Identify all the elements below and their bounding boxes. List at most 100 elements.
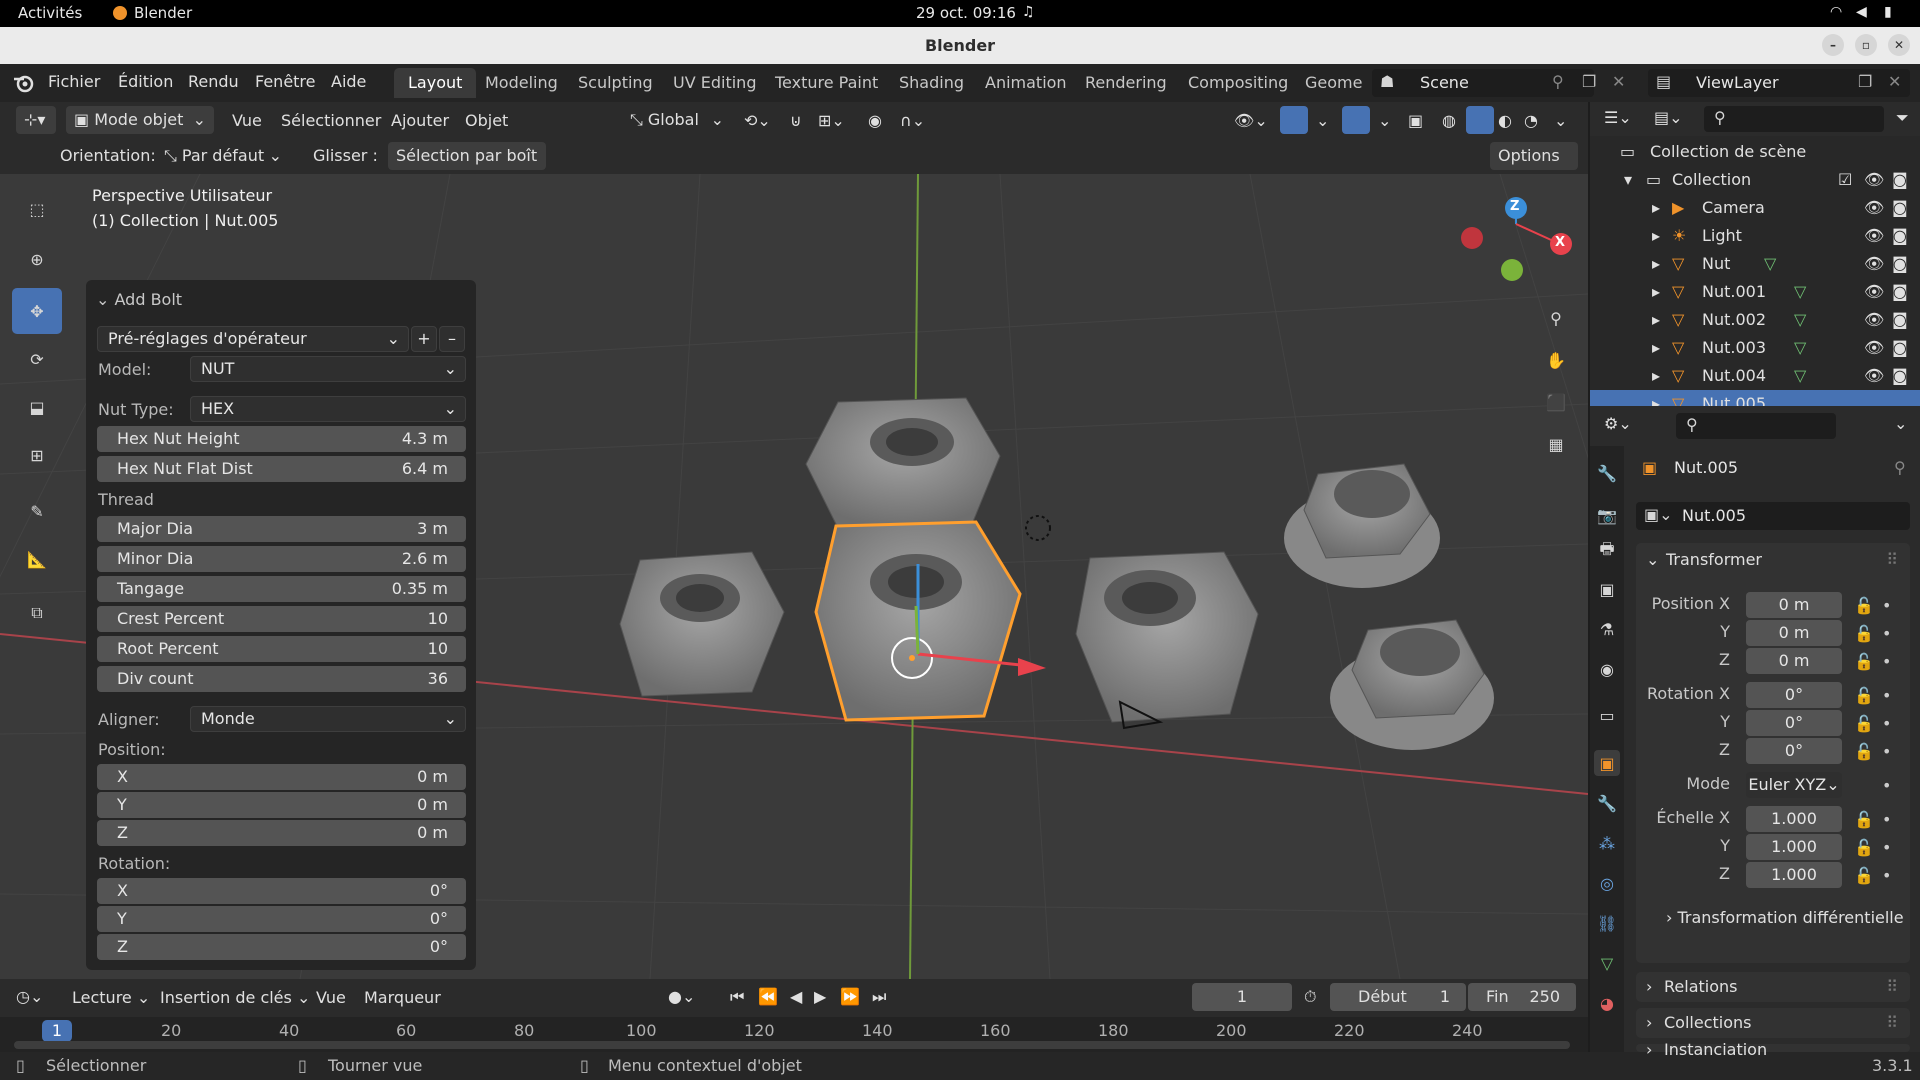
render-tab-icon[interactable]: 📷 — [1594, 502, 1620, 528]
lock-icon[interactable]: 🔓 — [1854, 596, 1874, 615]
nut-object[interactable] — [805, 397, 1001, 529]
expand-arrow-icon[interactable]: ▸ — [1652, 390, 1660, 406]
marker-menu[interactable]: Marqueur — [364, 988, 441, 1007]
rotation-y-field[interactable]: Y 0° — [97, 906, 466, 932]
filter-icon[interactable]: ⏷ — [1896, 108, 1909, 128]
properties-search-input[interactable]: ⚲ — [1676, 413, 1836, 439]
transform-section-title[interactable]: Transformer — [1666, 543, 1762, 577]
display-mode-icon[interactable]: ▤⌄ — [1654, 108, 1683, 127]
eye-icon[interactable]: 👁 — [1864, 306, 1884, 334]
render-camera-icon[interactable]: ◙ — [1892, 250, 1908, 278]
keyframe-dot-icon[interactable]: • — [1882, 742, 1891, 761]
hex-nut-height-field[interactable]: Hex Nut Height 4.3 m — [97, 426, 466, 452]
keyframe-dot-icon[interactable]: • — [1882, 686, 1891, 705]
orientation-dropdown[interactable]: ⤡ Par défaut ⌄ — [156, 142, 290, 170]
nut-001-object[interactable] — [619, 551, 785, 697]
gizmo-y-ball[interactable] — [1501, 259, 1523, 281]
eye-icon[interactable]: 👁 — [1864, 222, 1884, 250]
root-percent-field[interactable]: Root Percent 10 — [97, 636, 466, 662]
scale-z-field[interactable]: 1.000 — [1746, 862, 1842, 888]
view-layer-selector[interactable]: ▤ ViewLayer ❐ ✕ — [1648, 69, 1910, 97]
keyframe-dot-icon[interactable]: • — [1882, 624, 1891, 643]
overlay-dropdown-icon[interactable]: ⌄ — [1378, 111, 1391, 130]
rotation-mode-dropdown[interactable]: Euler XYZ⌄ — [1746, 772, 1842, 798]
panel-collapse-header[interactable]: ⌄ Add Bolt — [96, 290, 182, 309]
battery-icon[interactable]: ▮ — [1884, 4, 1892, 20]
mesh-data-icon[interactable]: ▽ — [1764, 250, 1776, 278]
pitch-field[interactable]: Tangage 0.35 m — [97, 576, 466, 602]
scene-selector[interactable]: ☗ Scene ⚲ — [1372, 69, 1594, 97]
pivot-point-icon[interactable]: ⟲⌄ — [744, 111, 771, 130]
major-dia-field[interactable]: Major Dia 3 m — [97, 516, 466, 542]
measure-tool[interactable]: 📐 — [12, 536, 62, 582]
playhead-frame[interactable]: 1 — [42, 1020, 72, 1042]
expand-arrow-icon[interactable]: ▸ — [1652, 278, 1660, 306]
editor-type-button[interactable]: ⊹▾ — [16, 106, 56, 134]
view-layer-tab-icon[interactable]: ▣ — [1594, 576, 1620, 602]
solid-shading-button[interactable] — [1466, 106, 1494, 134]
wireframe-shading-icon[interactable]: ◍ — [1442, 111, 1456, 130]
cursor-tool[interactable]: ⊕ — [12, 236, 62, 282]
render-camera-icon[interactable]: ◙ — [1892, 362, 1908, 390]
render-camera-icon[interactable]: ◙ — [1892, 306, 1908, 334]
expand-arrow-icon[interactable]: ▸ — [1652, 362, 1660, 390]
gizmo-dropdown-icon[interactable]: ⌄ — [1316, 111, 1329, 130]
play-reverse-icon[interactable]: ◀ — [790, 987, 802, 1006]
eye-icon[interactable]: 👁 — [1864, 334, 1884, 362]
tab-uv-editing[interactable]: UV Editing — [659, 68, 770, 98]
lock-icon[interactable]: 🔓 — [1854, 866, 1874, 885]
expand-arrow-icon[interactable]: ▸ — [1652, 306, 1660, 334]
keyframe-dot-icon[interactable]: • — [1882, 810, 1891, 829]
prev-keyframe-icon[interactable]: ⏪ — [758, 987, 778, 1006]
tab-compositing[interactable]: Compositing — [1174, 68, 1302, 98]
zoom-icon[interactable]: ⚲ — [1538, 300, 1574, 336]
drag-dropdown[interactable]: Sélection par boît⌄ — [388, 142, 546, 193]
tab-rendering[interactable]: Rendering — [1071, 68, 1181, 98]
menu-help[interactable]: Aide — [331, 72, 366, 91]
rotation-x-field[interactable]: X 0° — [97, 878, 466, 904]
operator-presets-dropdown[interactable]: Pré-réglages d'opérateur ⌄ — [97, 326, 409, 352]
scale-y-field[interactable]: 1.000 — [1746, 834, 1842, 860]
perspective-toggle-icon[interactable]: ▦ — [1538, 426, 1574, 462]
menu-window[interactable]: Fenêtre — [255, 72, 316, 91]
transform-tool[interactable]: ⊞ — [12, 432, 62, 478]
instancing-panel[interactable]: › Instanciation — [1636, 1042, 1910, 1058]
gizmo-toggle-button[interactable] — [1280, 106, 1308, 134]
scene-collection-row[interactable]: ▭ Collection de scène — [1590, 138, 1920, 166]
keyframe-dot-icon[interactable]: • — [1882, 652, 1891, 671]
drag-handle-icon[interactable]: ⠿ — [1886, 972, 1898, 1002]
tab-layout[interactable]: Layout — [394, 68, 477, 98]
object-name-field[interactable]: ▣⌄ Nut.005 — [1636, 502, 1910, 530]
delta-transform-subpanel[interactable]: › Transformation différentielle — [1666, 908, 1904, 927]
scale-x-field[interactable]: 1.000 — [1746, 806, 1842, 832]
shading-dropdown-icon[interactable]: ⌄ — [1554, 111, 1567, 130]
select-box-tool[interactable]: ⬚ — [12, 186, 62, 232]
xray-icon[interactable]: ▣ — [1408, 111, 1423, 130]
gizmo-neg-x-ball[interactable] — [1461, 227, 1483, 249]
timeline-editor-icon[interactable]: ◷⌄ — [16, 987, 43, 1006]
current-frame-field[interactable]: 1 — [1192, 983, 1292, 1011]
outliner-item-nut-001[interactable]: ▸ ▽ Nut.001 ▽ 👁 ◙ — [1590, 278, 1920, 306]
nut-004-object[interactable] — [1330, 619, 1494, 750]
collection-tab-icon[interactable]: ▭ — [1594, 702, 1620, 728]
lock-icon[interactable]: 🔓 — [1854, 810, 1874, 829]
crest-percent-field[interactable]: Crest Percent 10 — [97, 606, 466, 632]
tab-geometry-nodes[interactable]: Geome — [1291, 68, 1376, 98]
outliner-item-nut[interactable]: ▸ ▽ Nut ▽ 👁 ◙ — [1590, 250, 1920, 278]
expand-arrow-icon[interactable]: ▸ — [1652, 334, 1660, 362]
menu-select[interactable]: Sélectionner — [281, 111, 381, 130]
rendered-shading-icon[interactable]: ◔ — [1524, 111, 1538, 130]
light-object[interactable] — [1025, 515, 1051, 541]
keyframe-dot-icon[interactable]: • — [1882, 866, 1891, 885]
end-frame-field[interactable]: Fin 250 — [1468, 983, 1576, 1011]
position-y-field[interactable]: Y 0 m — [97, 792, 466, 818]
expand-arrow-icon[interactable]: ▾ — [1624, 166, 1632, 194]
output-tab-icon[interactable]: 🖶 — [1594, 538, 1620, 564]
outliner-editor-icon[interactable]: ☰⌄ — [1604, 108, 1632, 127]
remove-preset-button[interactable]: – — [439, 326, 465, 352]
properties-options-icon[interactable]: ⌄ — [1894, 414, 1907, 433]
frame-rate-icon[interactable]: ⏱ — [1304, 987, 1316, 1007]
eye-icon[interactable]: 👁 — [1864, 194, 1884, 222]
expand-arrow-icon[interactable]: ▸ — [1652, 194, 1660, 222]
wifi-icon[interactable]: ◠ — [1830, 4, 1842, 20]
